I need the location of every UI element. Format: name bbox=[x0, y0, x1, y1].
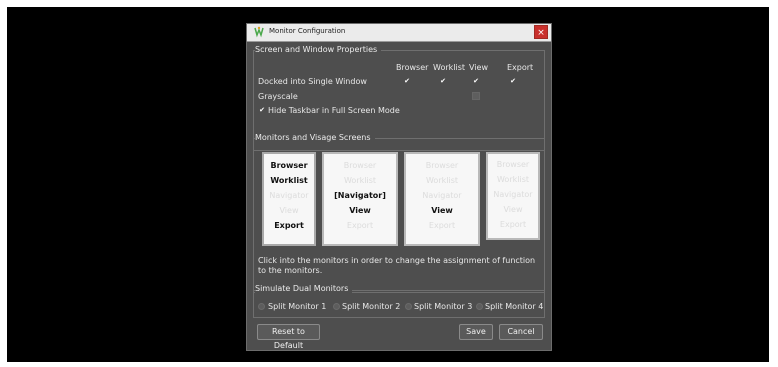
save-button[interactable]: Save bbox=[459, 324, 493, 340]
split-monitor-2-radio[interactable] bbox=[333, 303, 340, 310]
split-monitor-2-label[interactable]: Split Monitor 2 bbox=[342, 302, 400, 311]
split-monitor-3-label[interactable]: Split Monitor 3 bbox=[414, 302, 472, 311]
grayscale-label: Grayscale bbox=[258, 92, 298, 101]
monitors-hint: Click into the monitors in order to chan… bbox=[258, 256, 536, 275]
docked-view-checkbox[interactable]: ✔ bbox=[472, 77, 480, 85]
monitor-2-navigator: [Navigator] bbox=[334, 191, 386, 200]
monitor-2[interactable]: Browser Worklist [Navigator] View Export bbox=[322, 152, 398, 246]
monitor-3-navigator: Navigator bbox=[422, 191, 462, 200]
grayscale-view-checkbox[interactable] bbox=[472, 92, 480, 100]
monitor-4-worklist: Worklist bbox=[496, 175, 529, 184]
split-monitor-4-label[interactable]: Split Monitor 4 bbox=[485, 302, 543, 311]
monitor-1-worklist: Worklist bbox=[270, 176, 308, 185]
column-header-view: View bbox=[469, 63, 488, 72]
split-monitor-4-radio[interactable] bbox=[476, 303, 483, 310]
monitor-1[interactable]: Browser Worklist Navigator View Export bbox=[262, 152, 316, 246]
monitor-2-browser: Browser bbox=[343, 161, 377, 170]
monitor-1-browser: Browser bbox=[270, 161, 308, 170]
docked-label: Docked into Single Window bbox=[258, 77, 367, 86]
split-monitor-1-label[interactable]: Split Monitor 1 bbox=[268, 302, 326, 311]
close-icon: × bbox=[537, 28, 545, 38]
monitor-4[interactable]: Browser Worklist Navigator View Export bbox=[486, 152, 540, 240]
split-monitor-1-radio[interactable] bbox=[258, 303, 265, 310]
hide-taskbar-checkbox[interactable]: ✔ bbox=[258, 106, 266, 114]
monitor-2-view: View bbox=[349, 206, 371, 215]
column-header-export: Export bbox=[507, 63, 534, 72]
monitor-4-navigator: Navigator bbox=[493, 190, 533, 199]
dual-monitors-section-title: Simulate Dual Monitors bbox=[255, 284, 353, 293]
window-title: Monitor Configuration bbox=[269, 27, 346, 35]
docked-browser-checkbox[interactable]: ✔ bbox=[403, 77, 411, 85]
monitor-3-view: View bbox=[431, 206, 453, 215]
column-header-worklist: Worklist bbox=[433, 63, 466, 72]
monitor-4-view: View bbox=[503, 205, 523, 214]
monitor-3[interactable]: Browser Worklist Navigator View Export bbox=[404, 152, 480, 246]
monitor-2-export: Export bbox=[346, 221, 374, 230]
docked-export-checkbox[interactable]: ✔ bbox=[509, 77, 517, 85]
monitor-3-export: Export bbox=[428, 221, 456, 230]
app-icon bbox=[254, 26, 264, 38]
cancel-button[interactable]: Cancel bbox=[499, 324, 543, 340]
monitor-1-navigator: Navigator bbox=[269, 191, 309, 200]
monitor-1-export: Export bbox=[274, 221, 304, 230]
reset-to-default-button[interactable]: Reset to Default bbox=[257, 324, 320, 350]
monitor-configuration-dialog: Monitor Configuration × Screen and Windo… bbox=[246, 23, 552, 351]
monitor-3-worklist: Worklist bbox=[425, 176, 458, 185]
monitor-3-browser: Browser bbox=[425, 161, 459, 170]
hide-taskbar-label: Hide Taskbar in Full Screen Mode bbox=[268, 106, 400, 115]
properties-section-title: Screen and Window Properties bbox=[255, 45, 382, 54]
monitor-4-browser: Browser bbox=[496, 160, 530, 169]
split-monitor-3-radio[interactable] bbox=[405, 303, 412, 310]
monitor-4-export: Export bbox=[499, 220, 527, 229]
monitor-1-view: View bbox=[279, 206, 299, 215]
docked-worklist-checkbox[interactable]: ✔ bbox=[439, 77, 447, 85]
monitors-section-title: Monitors and Visage Screens bbox=[255, 133, 375, 142]
monitor-2-worklist: Worklist bbox=[343, 176, 376, 185]
title-bar[interactable]: Monitor Configuration × bbox=[247, 24, 551, 42]
column-header-browser: Browser bbox=[396, 63, 429, 72]
close-button[interactable]: × bbox=[534, 25, 548, 39]
